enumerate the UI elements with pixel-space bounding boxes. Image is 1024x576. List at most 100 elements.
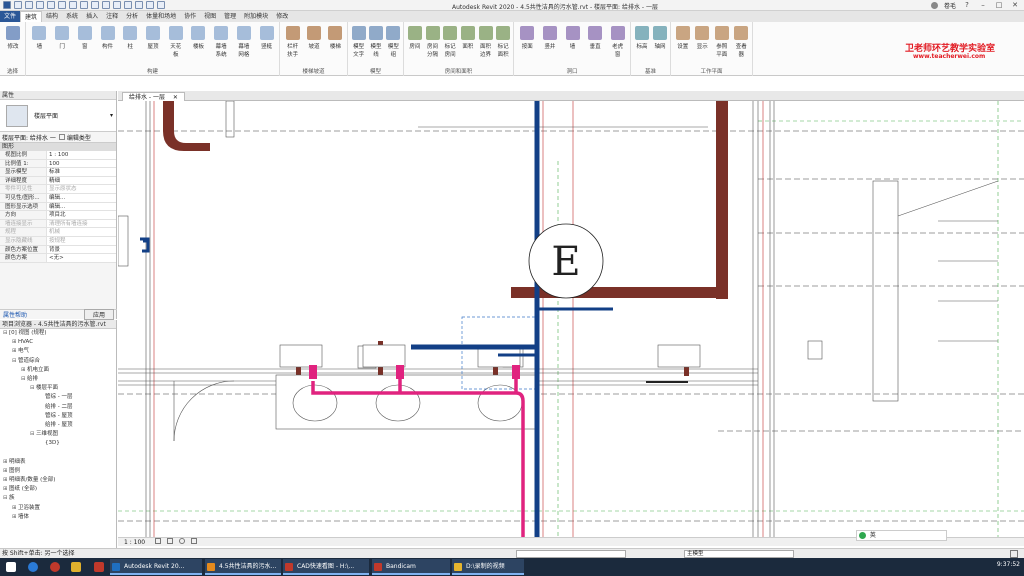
browser-item[interactable]: [0, 448, 116, 457]
ribbon-button[interactable]: 门: [54, 26, 70, 50]
taskbar-task[interactable]: D:\录制的视频: [452, 559, 524, 575]
browser-item[interactable]: ⊞明细表: [0, 458, 116, 467]
ribbon-button[interactable]: 显示: [694, 26, 710, 50]
sun-path-icon[interactable]: [178, 538, 185, 544]
crop-view-icon[interactable]: [190, 538, 197, 544]
ribbon-button[interactable]: 墙: [31, 26, 47, 50]
browser-item[interactable]: ⊟楼层平面: [0, 384, 116, 393]
design-option-field[interactable]: 主模型: [684, 550, 794, 558]
property-row[interactable]: 零件可见性 显示原状态: [0, 185, 116, 194]
ime-toolbar[interactable]: 英: [856, 530, 947, 541]
property-row[interactable]: 颜色方案位置 背景: [0, 245, 116, 255]
tab-0[interactable]: 文件: [0, 11, 21, 22]
ribbon-button[interactable]: 楼梯: [327, 26, 343, 50]
taskbar-task[interactable]: Bandicam: [372, 559, 450, 575]
apply-button[interactable]: 应用: [83, 309, 114, 320]
properties-help-link[interactable]: 属性帮助: [3, 310, 27, 319]
ribbon-button[interactable]: 楼板: [190, 26, 206, 50]
ribbon-button[interactable]: 轴网: [652, 26, 668, 50]
measure-icon[interactable]: [69, 1, 77, 9]
ribbon-button[interactable]: 面积: [460, 26, 476, 50]
user-icon[interactable]: [930, 2, 938, 9]
property-row[interactable]: 详细程度 精细: [0, 176, 116, 186]
property-value[interactable]: 清理所有墙连接: [46, 219, 116, 228]
ribbon-button[interactable]: 屋顶: [145, 26, 161, 50]
property-row[interactable]: 比例值 1: 100: [0, 159, 116, 169]
ribbon-button[interactable]: 房间分隔: [425, 26, 441, 58]
text-icon[interactable]: [91, 1, 99, 9]
ribbon-button[interactable]: 标高: [634, 26, 650, 50]
ribbon-button[interactable]: 竖梃: [259, 26, 275, 50]
browser-item[interactable]: ⊟给排: [0, 375, 116, 384]
view-tab[interactable]: 给排水 - 一层 ✕: [122, 92, 185, 101]
property-row[interactable]: 可见性/图形... 编辑...: [0, 193, 116, 203]
property-row[interactable]: 显示模型 标准: [0, 168, 116, 177]
ribbon-button[interactable]: 面积边界: [478, 26, 494, 58]
tab-8[interactable]: 协作: [180, 11, 200, 22]
property-value[interactable]: 显示原状态: [46, 185, 116, 193]
property-value[interactable]: 项目北: [46, 211, 116, 219]
customize-toolbar-icon[interactable]: [157, 1, 165, 9]
property-value[interactable]: 背景: [46, 245, 116, 254]
redo-icon[interactable]: [47, 1, 55, 9]
property-value[interactable]: 100: [46, 159, 116, 168]
ribbon-button[interactable]: 幕墙系统: [213, 26, 229, 58]
save-icon[interactable]: [25, 1, 33, 9]
ribbon-button[interactable]: 天花板: [168, 26, 184, 58]
tab-6[interactable]: 分析: [122, 11, 142, 22]
print-icon[interactable]: [58, 1, 66, 9]
ribbon-button[interactable]: 坡道: [306, 26, 322, 50]
graphics-section-header[interactable]: 图形: [0, 143, 116, 151]
visual-style-icon[interactable]: [166, 538, 173, 544]
taskbar-task[interactable]: Autodesk Revit 20...: [110, 559, 202, 575]
browser-item[interactable]: ⊞卫浴装置: [0, 504, 116, 513]
undo-icon[interactable]: [36, 1, 44, 9]
browser-item[interactable]: ⊞电气: [0, 347, 116, 356]
ribbon-button[interactable]: 模型文字: [351, 26, 367, 58]
browser-item[interactable]: {3D}: [0, 439, 116, 448]
ribbon-button[interactable]: 老虎窗: [610, 26, 626, 58]
ribbon-button[interactable]: 墙: [565, 26, 581, 50]
tab-9[interactable]: 视图: [200, 11, 220, 22]
browser-item[interactable]: ⊟管道综合: [0, 357, 116, 366]
floor-plan-drawing[interactable]: E: [118, 101, 1024, 537]
property-row[interactable]: 方向 项目北: [0, 211, 116, 220]
filter-icon[interactable]: [1010, 550, 1018, 558]
browser-item[interactable]: ⊞明细表/数量 (全部): [0, 476, 116, 485]
3d-view-icon[interactable]: [102, 1, 110, 9]
clock[interactable]: 9:37:52: [997, 561, 1020, 568]
edit-type-button[interactable]: 编辑类型: [67, 133, 91, 142]
property-value[interactable]: 精细: [46, 176, 116, 185]
tab-7[interactable]: 体量和场地: [142, 11, 180, 22]
property-row[interactable]: 显示隐藏线 按规程: [0, 236, 116, 246]
property-value[interactable]: 1 : 100: [46, 151, 116, 159]
tab-10[interactable]: 管理: [220, 11, 240, 22]
help-icon[interactable]: ?: [962, 1, 972, 10]
ribbon-button[interactable]: 模型线: [368, 26, 384, 58]
tab-2[interactable]: 结构: [42, 11, 62, 22]
ribbon-button[interactable]: 标记房间: [442, 26, 458, 58]
revit-logo-icon[interactable]: [3, 1, 11, 9]
tab-4[interactable]: 插入: [82, 11, 102, 22]
supply-pipe[interactable]: [411, 101, 540, 537]
property-value[interactable]: 机械: [46, 228, 116, 236]
close-button[interactable]: ✕: [1010, 1, 1020, 10]
property-row[interactable]: 视图比例 1 : 100: [0, 151, 116, 160]
type-selector[interactable]: 楼层平面 ▾: [0, 100, 116, 132]
property-row[interactable]: 图形显示选项 编辑...: [0, 202, 116, 212]
property-value[interactable]: <无>: [46, 254, 116, 262]
detail-level-icon[interactable]: [155, 538, 162, 544]
user-name[interactable]: 卷毛: [944, 1, 956, 10]
ribbon-button[interactable]: 幕墙网格: [236, 26, 252, 58]
tab-5[interactable]: 注释: [102, 11, 122, 22]
browser-item[interactable]: 给排 - 二层: [0, 403, 116, 412]
view-selector[interactable]: 楼层平面: 给排水 一: [2, 133, 56, 142]
property-value[interactable]: 标准: [46, 168, 116, 176]
tab-11[interactable]: 附加模块: [240, 11, 272, 22]
maximize-button[interactable]: □: [994, 1, 1004, 10]
search-icon[interactable]: [50, 562, 60, 572]
browser-item[interactable]: ⊟[0] 视图 (规程): [0, 329, 116, 338]
ribbon-button[interactable]: 窗: [77, 26, 93, 50]
minimize-button[interactable]: –: [978, 1, 988, 10]
ime-mode[interactable]: 英: [870, 532, 876, 539]
